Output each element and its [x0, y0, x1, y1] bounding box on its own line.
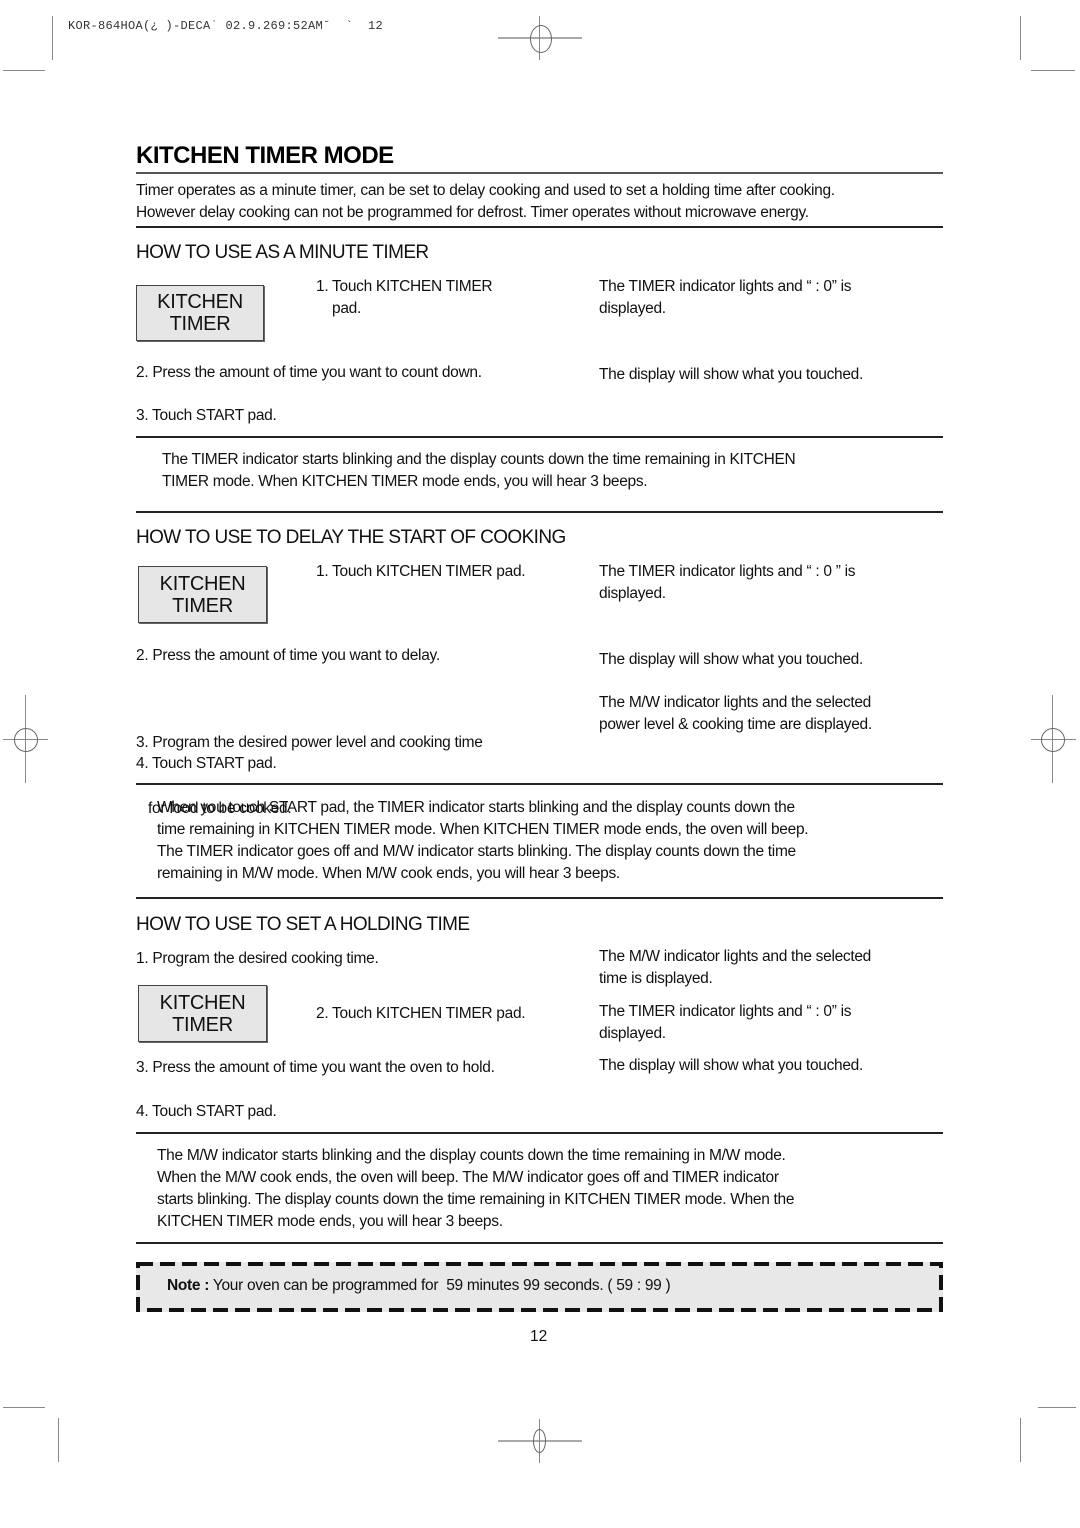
kitchen-timer-pad[interactable]: KITCHEN TIMER [136, 285, 264, 341]
step-result: The M/W indicator lights and the selecte… [599, 948, 872, 987]
divider [136, 897, 943, 899]
step-result: The TIMER indicator lights and “ : 0” is… [599, 278, 852, 317]
step-result: The display will show what you touched. [599, 366, 864, 383]
kitchen-timer-pad[interactable]: KITCHEN TIMER [138, 985, 267, 1042]
step-result: The TIMER indicator lights and “ : 0 ” i… [599, 563, 856, 602]
crop-mark [3, 1407, 45, 1408]
step-instruction: 4. Touch START pad. [136, 1103, 277, 1120]
divider [136, 1242, 943, 1244]
divider [136, 1132, 943, 1134]
step-result: The display will show what you touched. [599, 651, 864, 668]
kitchen-timer-pad[interactable]: KITCHEN TIMER [138, 566, 267, 623]
step-instruction: 3. Press the amount of time you want the… [136, 1059, 495, 1076]
note-text: Note : Your oven can be programmed for 5… [167, 1277, 671, 1294]
print-header: KOR-864HOA(¿ )-DECA˙ 02.9.269:52AM˘ ` 12 [68, 19, 384, 33]
crop-mark [1038, 1407, 1076, 1408]
section-heading-delay-start: HOW TO USE TO DELAY THE START OF COOKING [136, 527, 566, 548]
section-summary: When you touch START pad, the TIMER indi… [157, 799, 809, 882]
divider [136, 436, 943, 438]
step-instruction: 2. Touch KITCHEN TIMER pad. [316, 1005, 526, 1022]
divider [136, 783, 943, 785]
crop-mark [52, 16, 53, 60]
intro-text: Timer operates as a minute timer, can be… [136, 182, 835, 221]
step-instruction: 2. Press the amount of time you want to … [136, 364, 482, 381]
crop-mark [3, 70, 45, 71]
page-number: 12 [530, 1328, 548, 1345]
section-heading-minute-timer: HOW TO USE AS A MINUTE TIMER [136, 242, 429, 263]
page-title: KITCHEN TIMER MODE [136, 142, 394, 169]
step-instruction: 4. Touch START pad. [136, 755, 277, 772]
step-instruction: 2. Press the amount of time you want to … [136, 647, 440, 664]
step-instruction: 1. Program the desired cooking time. [136, 950, 379, 967]
divider [136, 226, 943, 228]
step-result: The display will show what you touched. [599, 1057, 864, 1074]
section-summary: The M/W indicator starts blinking and th… [157, 1147, 795, 1230]
step-result: The M/W indicator lights and the selecte… [599, 694, 872, 733]
note-label: Note : [167, 1277, 210, 1294]
section-summary: The TIMER indicator starts blinking and … [162, 451, 796, 490]
crop-mark [1031, 70, 1075, 71]
crop-mark [1020, 1418, 1021, 1462]
crop-mark [1020, 16, 1021, 60]
step-result: The TIMER indicator lights and “ : 0” is… [599, 1003, 852, 1042]
step-instruction: 3. Touch START pad. [136, 407, 277, 424]
crop-mark [58, 1418, 59, 1462]
step-instruction: 1. Touch KITCHEN TIMER pad. [316, 278, 493, 317]
divider [136, 511, 943, 513]
step-instruction: 1. Touch KITCHEN TIMER pad. [316, 563, 526, 580]
section-heading-holding-time: HOW TO USE TO SET A HOLDING TIME [136, 914, 470, 935]
divider [136, 172, 943, 174]
